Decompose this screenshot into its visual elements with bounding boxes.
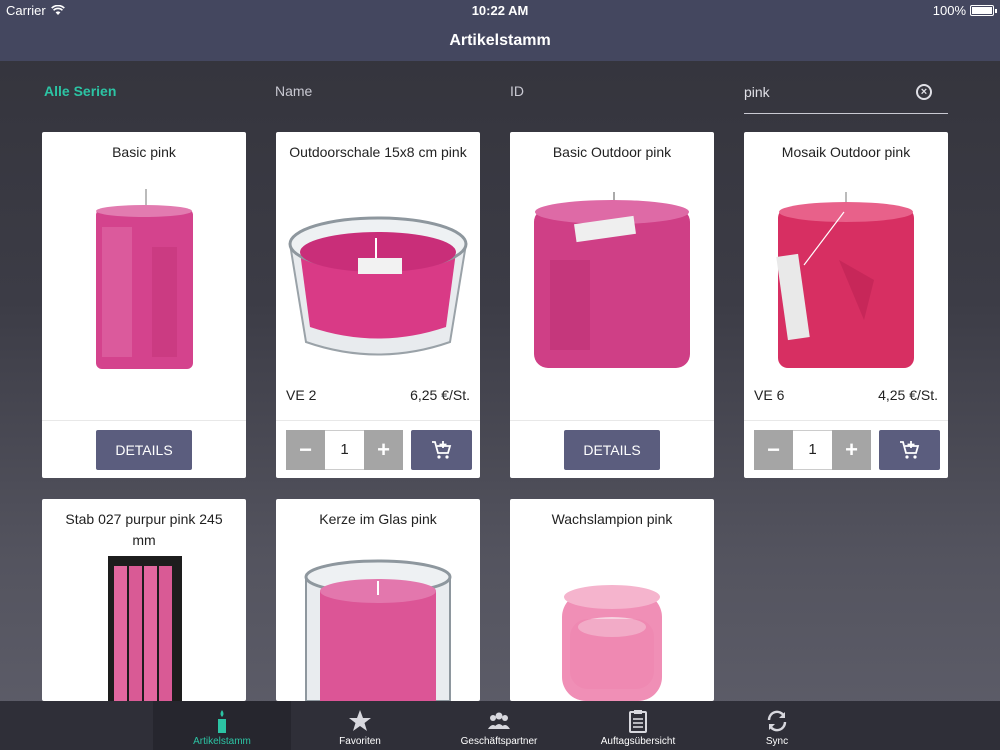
page-title: Artikelstamm [449,32,551,49]
clipboard-icon [629,710,647,733]
star-icon [349,710,371,731]
tab-label: Auftagsübersicht [600,736,676,747]
product-title: Basic Outdoor pink [552,144,672,160]
add-to-cart-icon [899,441,919,459]
tab-bar: Artikelstamm Favoriten Geschäftspartner … [0,701,1000,750]
search-input[interactable] [744,81,904,103]
filter-bar: Alle Serien Name ID × [0,61,1000,121]
filter-all-series[interactable]: Alle Serien [44,83,116,99]
tab-label: Artikelstamm [193,736,251,747]
tab-label: Sync [765,736,789,747]
product-price: 4,25 €/St. [878,387,938,403]
clock: 10:22 AM [471,3,529,18]
battery-info: 100% [932,3,997,18]
product-image [288,216,468,356]
product-image [96,189,193,369]
nav-bar: Artikelstamm [0,21,1000,61]
filter-id[interactable]: ID [510,83,524,99]
increase-button[interactable]: + [832,430,871,470]
search-box: × [744,75,948,114]
quantity-stepper: − 1 + [286,430,403,470]
increase-button[interactable]: + [364,430,403,470]
product-image [562,585,662,701]
candle-icon [218,710,226,733]
card-divider [42,420,246,421]
product-price: 6,25 €/St. [410,387,470,403]
quantity-stepper: − 1 + [754,430,871,470]
decrease-button[interactable]: − [286,430,325,470]
sync-icon [767,710,787,732]
status-bar: Carrier 10:22 AM 100% [0,0,1000,21]
product-card: Basic Outdoor pink DETAILS [510,132,714,478]
clear-search-icon[interactable]: × [916,84,932,100]
tab-auftragsuebersicht[interactable]: Auftagsübersicht [569,701,707,750]
product-card: Stab 027 purpur pink 245 mm [42,499,246,701]
quantity-value[interactable]: 1 [793,430,832,470]
product-title: Wachslampion pink [551,511,673,527]
add-to-cart-icon [431,441,451,459]
add-to-cart-button[interactable] [411,430,472,470]
filter-name[interactable]: Name [275,83,312,99]
product-image [776,192,914,368]
product-image [108,556,182,701]
decrease-button[interactable]: − [754,430,793,470]
product-title: Mosaik Outdoor pink [781,144,911,160]
details-button[interactable]: DETAILS [564,430,660,470]
card-divider [510,420,714,421]
battery-percent: 100% [932,3,966,18]
product-card: Mosaik Outdoor pink VE 6 4,25 €/St. − 1 … [744,132,948,478]
tab-label: Geschäftspartner [460,736,538,747]
product-image [534,192,690,368]
product-image [304,559,452,701]
details-button[interactable]: DETAILS [96,430,192,470]
battery-icon [970,5,997,16]
product-title: Kerze im Glas pink [319,511,437,527]
quantity-value[interactable]: 1 [325,430,364,470]
tab-label: Favoriten [339,736,381,747]
product-title: Stab 027 purpur pink 245 mm [65,511,223,548]
product-card: Kerze im Glas pink [276,499,480,701]
product-card: Basic pink DETAILS [42,132,246,478]
add-to-cart-button[interactable] [879,430,940,470]
packaging-unit: VE 6 [754,387,785,403]
card-divider [744,420,948,421]
tab-sync[interactable]: Sync [708,701,846,750]
tab-artikelstamm[interactable]: Artikelstamm [153,701,291,750]
people-icon [488,712,510,729]
product-card: Outdoorschale 15x8 cm pink VE 2 6,25 €/S… [276,132,480,478]
card-divider [276,420,480,421]
product-card: Wachslampion pink [510,499,714,701]
product-title: Outdoorschale 15x8 cm pink [289,144,467,160]
tab-geschaeftspartner[interactable]: Geschäftspartner [430,701,568,750]
packaging-unit: VE 2 [286,387,317,403]
product-title: Basic pink [112,144,176,160]
tab-favoriten[interactable]: Favoriten [291,701,429,750]
